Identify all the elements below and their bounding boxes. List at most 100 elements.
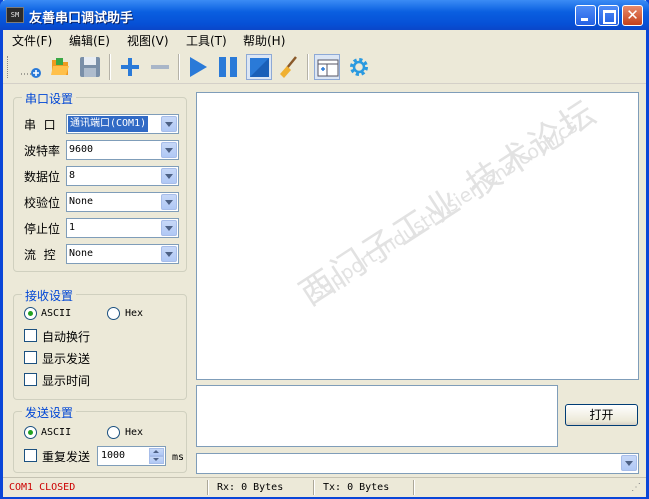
minimize-button[interactable] bbox=[575, 5, 596, 26]
menu-help[interactable]: 帮助(H) bbox=[243, 32, 285, 49]
menu-file[interactable]: 文件(F) bbox=[12, 32, 52, 49]
baud-value: 9600 bbox=[69, 144, 94, 155]
save-icon bbox=[80, 57, 100, 77]
send-textarea[interactable] bbox=[196, 385, 558, 447]
receive-hex-radio[interactable] bbox=[107, 307, 120, 320]
maximize-button[interactable] bbox=[598, 5, 619, 26]
close-button[interactable]: ✕ bbox=[622, 5, 643, 26]
pause-button[interactable] bbox=[215, 54, 241, 80]
flow-label: 流 控 bbox=[24, 248, 56, 262]
databits-select[interactable]: 8 bbox=[66, 166, 179, 186]
show-send-checkbox[interactable] bbox=[24, 351, 37, 364]
toolbar-grip[interactable] bbox=[7, 56, 11, 78]
title-bar[interactable]: SM 友善串口调试助手 ✕ bbox=[0, 0, 649, 30]
chevron-down-icon[interactable] bbox=[161, 194, 177, 210]
resize-grip-icon[interactable]: ⋰ bbox=[631, 482, 641, 493]
add-icon bbox=[121, 58, 139, 76]
stopbits-select[interactable]: 1 bbox=[66, 218, 179, 238]
baud-label: 波特率 bbox=[24, 144, 61, 158]
send-hex-label: Hex bbox=[125, 427, 144, 438]
menu-edit[interactable]: 编辑(E) bbox=[69, 32, 110, 49]
new-icon bbox=[21, 68, 41, 78]
send-hex-radio[interactable] bbox=[107, 426, 120, 439]
send-ascii-label: ASCII bbox=[41, 427, 72, 438]
status-separator bbox=[207, 480, 209, 495]
settings-gear-icon bbox=[350, 58, 368, 76]
stopbits-label: 停止位 bbox=[24, 222, 61, 236]
window-title: 友善串口调试助手 bbox=[29, 11, 134, 26]
new-button[interactable] bbox=[17, 54, 43, 80]
toolbar bbox=[3, 50, 646, 84]
open-icon bbox=[51, 58, 69, 75]
parity-value: None bbox=[69, 196, 94, 207]
serial-settings-title: 串口设置 bbox=[22, 90, 77, 107]
menu-bar: 文件(F) 编辑(E) 视图(V) 工具(T) 帮助(H) bbox=[3, 30, 646, 49]
chevron-down-icon[interactable] bbox=[161, 142, 177, 158]
toolbar-separator bbox=[307, 54, 309, 80]
main-window: SM 友善串口调试助手 ✕ 文件(F) 编辑(E) 视图(V) 工具(T) 帮助… bbox=[0, 0, 649, 499]
chevron-down-icon[interactable] bbox=[161, 220, 177, 236]
receive-ascii-label: ASCII bbox=[41, 308, 72, 319]
receive-hex-label: Hex bbox=[125, 308, 144, 319]
auto-wrap-label: 自动换行 bbox=[42, 330, 91, 344]
status-separator bbox=[413, 480, 415, 495]
flow-value: None bbox=[69, 248, 94, 259]
chevron-down-icon[interactable] bbox=[161, 246, 177, 262]
app-icon: SM bbox=[6, 7, 24, 23]
send-ascii-radio[interactable] bbox=[24, 426, 37, 439]
menu-view[interactable]: 视图(V) bbox=[127, 32, 169, 49]
play-icon bbox=[190, 57, 207, 77]
chevron-down-icon[interactable] bbox=[161, 116, 177, 132]
spin-up-icon[interactable] bbox=[149, 448, 164, 456]
status-bar: COM1 CLOSED Rx: 0 Bytes Tx: 0 Bytes ⋰ bbox=[3, 477, 646, 497]
repeat-send-label: 重复发送 bbox=[42, 450, 91, 464]
receive-textarea[interactable] bbox=[196, 92, 639, 380]
menu-tools[interactable]: 工具(T) bbox=[186, 32, 227, 49]
show-send-label: 显示发送 bbox=[42, 352, 91, 366]
close-icon: ✕ bbox=[626, 6, 639, 24]
send-settings-title: 发送设置 bbox=[22, 404, 77, 421]
databits-value: 8 bbox=[69, 170, 76, 181]
chevron-down-icon[interactable] bbox=[161, 168, 177, 184]
port-value: 通讯端口(COM1) bbox=[68, 116, 149, 132]
receive-settings-title: 接收设置 bbox=[22, 287, 77, 304]
parity-select[interactable]: None bbox=[66, 192, 179, 212]
interval-unit: ms bbox=[172, 452, 185, 463]
spin-down-icon[interactable] bbox=[149, 456, 164, 464]
receive-ascii-radio[interactable] bbox=[24, 307, 37, 320]
auto-wrap-checkbox[interactable] bbox=[24, 329, 37, 342]
open-button[interactable] bbox=[47, 54, 73, 80]
open-port-button[interactable]: 打开 bbox=[565, 404, 638, 426]
databits-label: 数据位 bbox=[24, 170, 61, 184]
parity-label: 校验位 bbox=[24, 196, 61, 210]
serial-settings-group: 串口设置 串 口 通讯端口(COM1) 波特率 9600 数据位 8 校验位 N… bbox=[13, 90, 187, 272]
chevron-down-icon[interactable] bbox=[621, 455, 637, 471]
port-status: COM1 CLOSED bbox=[9, 482, 76, 493]
show-time-checkbox[interactable] bbox=[24, 373, 37, 386]
stopbits-value: 1 bbox=[69, 222, 76, 233]
receive-settings-group: 接收设置 ASCII Hex 自动换行 显示发送 显示时间 bbox=[13, 287, 187, 400]
clear-button[interactable] bbox=[276, 54, 302, 80]
toolbar-separator bbox=[109, 54, 111, 80]
clear-brush-icon bbox=[280, 56, 297, 78]
save-button[interactable] bbox=[77, 54, 103, 80]
add-button[interactable] bbox=[117, 54, 143, 80]
layout-icon bbox=[317, 59, 339, 77]
settings-button[interactable] bbox=[346, 54, 372, 80]
repeat-send-checkbox[interactable] bbox=[24, 449, 37, 462]
baud-select[interactable]: 9600 bbox=[66, 140, 179, 160]
remove-icon bbox=[151, 65, 169, 69]
send-history-select[interactable] bbox=[196, 453, 639, 474]
stop-button[interactable] bbox=[246, 54, 272, 80]
interval-spinner[interactable]: 1000 bbox=[97, 446, 166, 466]
maximize-icon bbox=[603, 10, 616, 24]
rx-count: Rx: 0 Bytes bbox=[217, 482, 284, 493]
port-select[interactable]: 通讯端口(COM1) bbox=[66, 114, 179, 134]
minimize-icon bbox=[581, 18, 588, 21]
remove-button[interactable] bbox=[147, 54, 173, 80]
layout-button[interactable] bbox=[314, 54, 340, 80]
pause-icon bbox=[219, 57, 237, 77]
flow-select[interactable]: None bbox=[66, 244, 179, 264]
port-label: 串 口 bbox=[24, 118, 56, 132]
play-button[interactable] bbox=[185, 54, 211, 80]
